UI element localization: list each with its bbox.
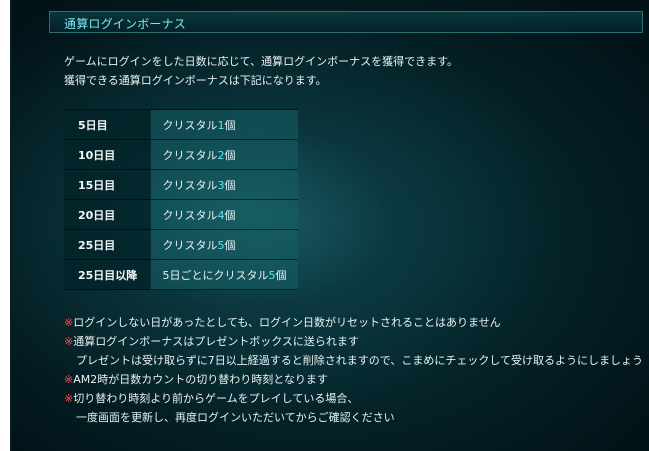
table-row: 20日目 クリスタル4個 — [64, 199, 298, 230]
content-panel: 通算ログインボーナス ゲームにログインをした日数に応じて、通算ログインボーナスを… — [10, 0, 649, 451]
table-row: 10日目 クリスタル2個 — [64, 139, 298, 170]
reward-unit: 個 — [224, 178, 236, 192]
reward-unit: 個 — [224, 238, 236, 252]
reward-cell: クリスタル5個 — [150, 229, 298, 260]
reward-label: クリスタル — [162, 238, 218, 252]
note-continuation: 一度画面を更新し、再度ログインいただいてからご確認ください — [76, 411, 395, 424]
reward-label: クリスタル — [162, 118, 218, 132]
section-title: 通算ログインボーナス — [64, 17, 187, 31]
day-cell: 25日目 — [64, 229, 151, 260]
reward-count: 3 — [217, 178, 225, 192]
reward-label: クリスタル — [162, 148, 218, 162]
note-item: ※ログインしない日があったとしても、ログイン日数がリセットされることはありません — [64, 313, 643, 332]
day-cell: 15日目 — [64, 169, 151, 200]
reward-cell: クリスタル1個 — [150, 109, 298, 140]
page: 通算ログインボーナス ゲームにログインをした日数に応じて、通算ログインボーナスを… — [0, 0, 649, 451]
reward-label: クリスタル — [162, 208, 218, 222]
bonus-table: 5日目 クリスタル1個 10日目 クリスタル2個 15日目 クリスタル3個 20… — [64, 109, 298, 290]
section-header: 通算ログインボーナス — [49, 11, 643, 33]
notes: ※ログインしない日があったとしても、ログイン日数がリセットされることはありません… — [64, 313, 643, 427]
reward-cell: クリスタル3個 — [150, 169, 298, 200]
reward-cell: 5日ごとにクリスタル5個 — [150, 259, 298, 290]
intro-text: ゲームにログインをした日数に応じて、通算ログインボーナスを獲得できます。 獲得で… — [64, 52, 458, 90]
table-row: 25日目 クリスタル5個 — [64, 229, 298, 260]
note-mark: ※ — [64, 373, 74, 386]
note-text: 切り替わり時刻より前からゲームをプレイしている場合、 — [73, 392, 359, 405]
note-mark: ※ — [64, 316, 74, 329]
note-mark: ※ — [64, 392, 74, 405]
table-row: 25日目以降 5日ごとにクリスタル5個 — [64, 259, 298, 290]
day-cell: 20日目 — [64, 199, 151, 230]
reward-label: クリスタル — [162, 178, 218, 192]
reward-unit: 個 — [224, 118, 236, 132]
reward-unit: 個 — [224, 148, 236, 162]
day-cell: 5日目 — [64, 109, 151, 140]
intro-line: ゲームにログインをした日数に応じて、通算ログインボーナスを獲得できます。 — [64, 55, 459, 68]
note-item: ※切り替わり時刻より前からゲームをプレイしている場合、 — [64, 389, 643, 408]
note-mark: ※ — [64, 335, 74, 348]
note-continuation: プレゼントは受け取らずに7日以上経過すると削除されますので、こまめにチェックして… — [76, 354, 644, 367]
note-item: ※AM2時が日数カウントの切り替わり時刻となります — [64, 370, 643, 389]
day-cell: 25日目以降 — [64, 259, 151, 290]
reward-count: 1 — [217, 118, 225, 132]
intro-line: 獲得できる通算ログインボーナスは下記になります。 — [64, 74, 327, 87]
note-text: 通算ログインボーナスはプレゼントボックスに送られます — [73, 335, 359, 348]
reward-cell: クリスタル2個 — [150, 139, 298, 170]
note-text: ログインしない日があったとしても、ログイン日数がリセットされることはありません — [73, 316, 501, 329]
table-row: 5日目 クリスタル1個 — [64, 109, 298, 140]
reward-label: 5日ごとにクリスタル — [162, 268, 269, 282]
reward-count: 5 — [268, 268, 276, 282]
table-row: 15日目 クリスタル3個 — [64, 169, 298, 200]
reward-unit: 個 — [224, 208, 236, 222]
reward-cell: クリスタル4個 — [150, 199, 298, 230]
reward-count: 5 — [217, 238, 225, 252]
reward-count: 2 — [217, 148, 225, 162]
reward-count: 4 — [217, 208, 225, 222]
note-text: AM2時が日数カウントの切り替わり時刻となります — [73, 373, 328, 386]
day-cell: 10日目 — [64, 139, 151, 170]
note-item: ※通算ログインボーナスはプレゼントボックスに送られます — [64, 332, 643, 351]
reward-unit: 個 — [275, 268, 287, 282]
